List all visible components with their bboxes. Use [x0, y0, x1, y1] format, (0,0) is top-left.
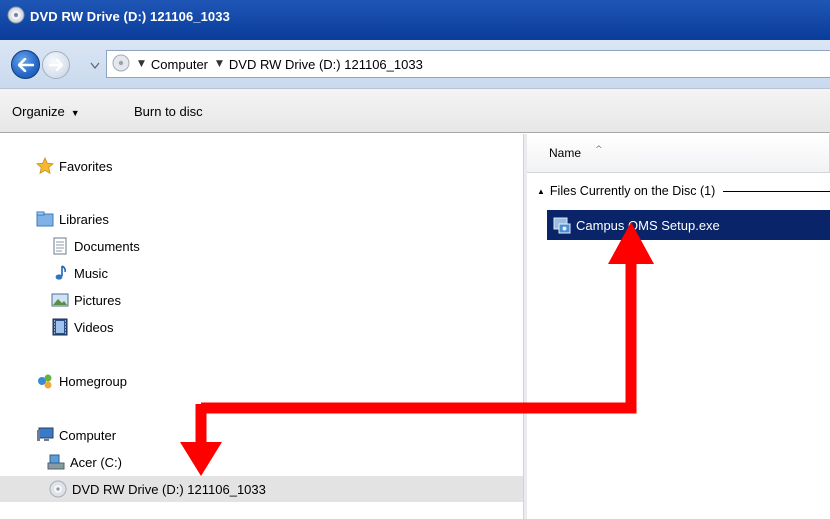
nav-videos[interactable]: Videos: [0, 314, 523, 340]
nav-favorites-label: Favorites: [59, 158, 113, 174]
libraries-folder-icon: [36, 210, 54, 228]
homegroup-icon: [36, 372, 54, 390]
command-bar: Organize ▼ Burn to disc: [0, 88, 830, 133]
pictures-icon: [51, 291, 69, 309]
sort-ascending-icon: ^: [595, 145, 603, 155]
nav-videos-label: Videos: [74, 319, 114, 335]
file-list-pane: Name ^ ▲ Files Currently on the Disc (1)…: [527, 134, 830, 519]
organize-label: Organize: [12, 104, 65, 119]
nav-homegroup[interactable]: Homegroup: [0, 368, 523, 394]
back-button[interactable]: [11, 50, 40, 79]
videos-film-icon: [51, 318, 69, 336]
nav-favorites[interactable]: Favorites: [0, 153, 523, 179]
computer-monitor-icon: [36, 426, 54, 444]
nav-libraries[interactable]: Libraries: [0, 206, 523, 232]
music-note-icon: [51, 264, 69, 282]
recent-pages-chevron-icon[interactable]: [90, 60, 100, 70]
breadcrumb-dvd-drive[interactable]: DVD RW Drive (D:) 121106_1033: [229, 57, 423, 72]
window-title: DVD RW Drive (D:) 121106_1033: [30, 9, 230, 24]
dropdown-caret-icon: ▼: [70, 108, 80, 118]
nav-documents[interactable]: Documents: [0, 233, 523, 259]
nav-music-label: Music: [74, 265, 108, 281]
nav-pictures-label: Pictures: [74, 292, 121, 308]
nav-homegroup-label: Homegroup: [59, 373, 127, 389]
nav-computer-label: Computer: [59, 427, 117, 443]
nav-drive-c[interactable]: Acer (C:): [0, 449, 523, 475]
breadcrumb-separator-icon[interactable]: ▼: [216, 59, 223, 69]
address-row: ▼ Computer ▼ DVD RW Drive (D:) 121106_10…: [0, 40, 830, 88]
organize-button[interactable]: Organize ▼: [12, 89, 80, 134]
group-label: Files Currently on the Disc (1): [549, 184, 716, 198]
setup-installer-icon: [553, 216, 571, 234]
forward-button[interactable]: [42, 51, 70, 79]
nav-dvd-drive-label: DVD RW Drive (D:) 121106_1033: [72, 481, 266, 497]
nav-pictures[interactable]: Pictures: [0, 287, 523, 313]
file-item[interactable]: Campus QMS Setup.exe: [547, 210, 830, 240]
name-column-label: Name: [549, 146, 582, 160]
nav-documents-label: Documents: [74, 238, 140, 254]
navigation-pane: Favorites Libraries Documents Music Pict…: [0, 134, 523, 519]
address-bar[interactable]: ▼ Computer ▼ DVD RW Drive (D:) 121106_10…: [106, 50, 830, 78]
forward-arrow-icon: [49, 59, 63, 71]
group-header[interactable]: ▲ Files Currently on the Disc (1): [537, 182, 830, 200]
disc-icon: [112, 54, 130, 75]
documents-icon: [51, 237, 69, 255]
nav-computer[interactable]: Computer: [0, 422, 523, 448]
name-column-header[interactable]: Name ^: [527, 134, 830, 173]
title-bar: DVD RW Drive (D:) 121106_1033: [0, 0, 830, 40]
nav-music[interactable]: Music: [0, 260, 523, 286]
back-arrow-icon: [17, 57, 34, 72]
group-collapse-icon[interactable]: ▲: [537, 187, 545, 196]
star-icon: [36, 157, 54, 175]
hard-drive-icon: [47, 453, 65, 471]
dvd-disc-icon: [49, 480, 67, 498]
nav-dvd-drive[interactable]: DVD RW Drive (D:) 121106_1033: [0, 476, 523, 502]
breadcrumb-computer[interactable]: Computer: [151, 57, 208, 72]
file-name: Campus QMS Setup.exe: [576, 217, 720, 233]
group-divider: [723, 190, 830, 192]
dvd-drive-icon: [7, 6, 25, 27]
breadcrumb-separator-icon[interactable]: ▼: [138, 59, 145, 69]
nav-libraries-label: Libraries: [59, 211, 109, 227]
burn-to-disc-button[interactable]: Burn to disc: [134, 89, 203, 134]
nav-drive-c-label: Acer (C:): [70, 454, 122, 470]
